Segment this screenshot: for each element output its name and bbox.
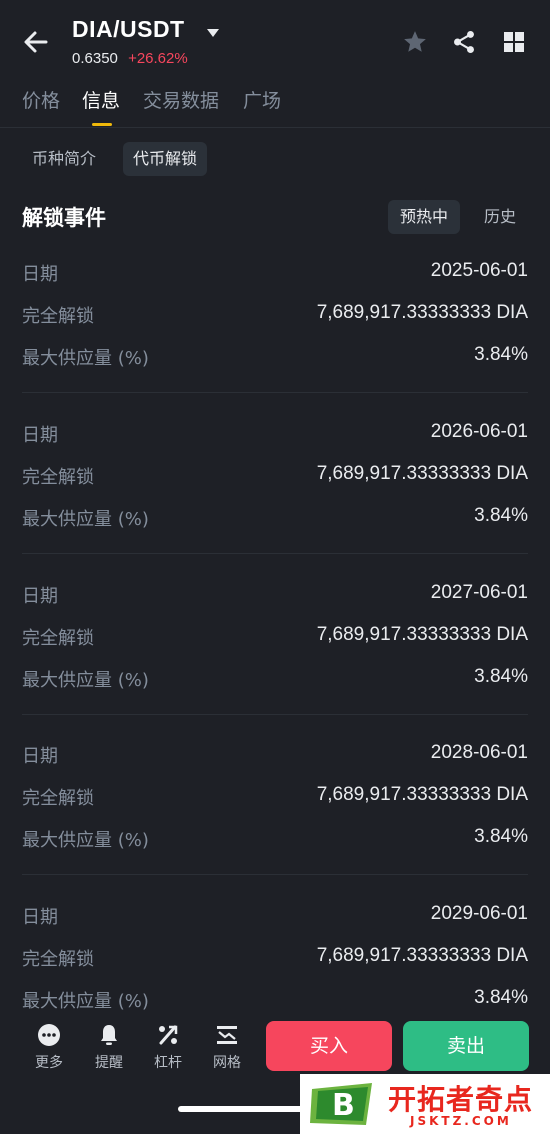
grid-menu-icon[interactable] <box>498 26 530 58</box>
caret-down-icon[interactable] <box>205 24 221 37</box>
supply-percent: 3.84% <box>474 987 528 1008</box>
more-dots-icon <box>36 1022 62 1048</box>
main-tabs: 价格 信息 交易数据 广场 <box>0 84 550 128</box>
watermark-logo-letter: B <box>332 1088 355 1123</box>
share-icon[interactable] <box>448 26 480 58</box>
date-label: 日期 <box>22 586 58 607</box>
grid-trading-icon <box>214 1022 240 1048</box>
tab-price[interactable]: 价格 <box>22 86 60 113</box>
tab-trading-data[interactable]: 交易数据 <box>143 86 219 113</box>
watermark-url: JSKTZ.COM <box>410 1114 512 1128</box>
tab-info[interactable]: 信息 <box>82 86 120 113</box>
price-change: +26.62% <box>128 50 188 67</box>
date-value: 2029-06-01 <box>430 903 528 924</box>
favorite-star-icon[interactable] <box>399 26 431 58</box>
alert-button[interactable]: 提醒 <box>84 1022 134 1072</box>
unlock-event-card: 日期 2025-06-01 完全解锁 7,689,917.33333333 DIA … <box>22 258 528 418</box>
supply-label: 最大供应量 (%) <box>22 509 149 530</box>
bell-icon <box>96 1022 122 1048</box>
last-price: 0.6350 <box>72 50 118 67</box>
grid-trading-button[interactable]: 网格 <box>202 1022 252 1072</box>
more-label: 更多 <box>35 1055 63 1071</box>
date-value: 2028-06-01 <box>430 742 528 763</box>
unlock-label: 完全解锁 <box>22 788 94 809</box>
tab-square[interactable]: 广场 <box>243 86 281 113</box>
supply-percent: 3.84% <box>474 505 528 526</box>
unlock-label: 完全解锁 <box>22 467 94 488</box>
divider <box>22 553 528 554</box>
supply-label: 最大供应量 (%) <box>22 348 149 369</box>
unlock-amount: 7,689,917.33333333 DIA <box>316 624 528 645</box>
supply-percent: 3.84% <box>474 344 528 365</box>
date-label: 日期 <box>22 264 58 285</box>
watermark-name: 开拓者奇点 <box>388 1083 534 1116</box>
date-value: 2025-06-01 <box>430 260 528 281</box>
active-tab-indicator <box>92 123 112 126</box>
supply-percent: 3.84% <box>474 826 528 847</box>
date-label: 日期 <box>22 425 58 446</box>
watermark-logo: B <box>308 1079 380 1129</box>
unlock-event-card: 日期 2028-06-01 完全解锁 7,689,917.33333333 DIA … <box>22 740 528 900</box>
date-label: 日期 <box>22 907 58 928</box>
date-value: 2027-06-01 <box>430 582 528 603</box>
date-value: 2026-06-01 <box>430 421 528 442</box>
divider <box>22 714 528 715</box>
section-title: 解锁事件 <box>22 206 106 230</box>
top-bar: DIA/USDT 0.6350 +26.62% <box>0 0 550 80</box>
filter-upcoming[interactable]: 预热中 <box>388 200 461 234</box>
unlock-event-card: 日期 2027-06-01 完全解锁 7,689,917.33333333 DIA … <box>22 580 528 740</box>
date-label: 日期 <box>22 746 58 767</box>
subtab-coin-intro[interactable]: 币种简介 <box>22 142 106 176</box>
unlock-event-card: 日期 2026-06-01 完全解锁 7,689,917.33333333 DIA … <box>22 419 528 579</box>
back-button[interactable] <box>18 24 54 60</box>
pair-title[interactable]: DIA/USDT <box>72 16 185 43</box>
unlock-amount: 7,689,917.33333333 DIA <box>316 302 528 323</box>
unlock-label: 完全解锁 <box>22 306 94 327</box>
arrow-left-icon <box>24 31 48 53</box>
supply-percent: 3.84% <box>474 666 528 687</box>
unlock-amount: 7,689,917.33333333 DIA <box>316 945 528 966</box>
unlock-amount: 7,689,917.33333333 DIA <box>316 463 528 484</box>
divider <box>22 874 528 875</box>
unlock-label: 完全解锁 <box>22 949 94 970</box>
leverage-label: 杠杆 <box>154 1055 182 1071</box>
sell-button[interactable]: 卖出 <box>403 1021 529 1071</box>
divider <box>22 392 528 393</box>
more-button[interactable]: 更多 <box>24 1022 74 1072</box>
alert-label: 提醒 <box>95 1055 123 1071</box>
leverage-button[interactable]: 杠杆 <box>143 1022 193 1072</box>
unlock-label: 完全解锁 <box>22 628 94 649</box>
percent-icon <box>155 1022 181 1048</box>
grid-label: 网格 <box>213 1055 241 1071</box>
subtab-token-unlock[interactable]: 代币解锁 <box>123 142 208 176</box>
buy-button[interactable]: 买入 <box>266 1021 392 1071</box>
filter-history[interactable]: 历史 <box>472 200 528 234</box>
price-row: 0.6350 +26.62% <box>72 50 188 67</box>
supply-label: 最大供应量 (%) <box>22 670 149 691</box>
watermark: B 开拓者奇点 JSKTZ.COM <box>300 1074 550 1134</box>
unlock-amount: 7,689,917.33333333 DIA <box>316 784 528 805</box>
supply-label: 最大供应量 (%) <box>22 830 149 851</box>
